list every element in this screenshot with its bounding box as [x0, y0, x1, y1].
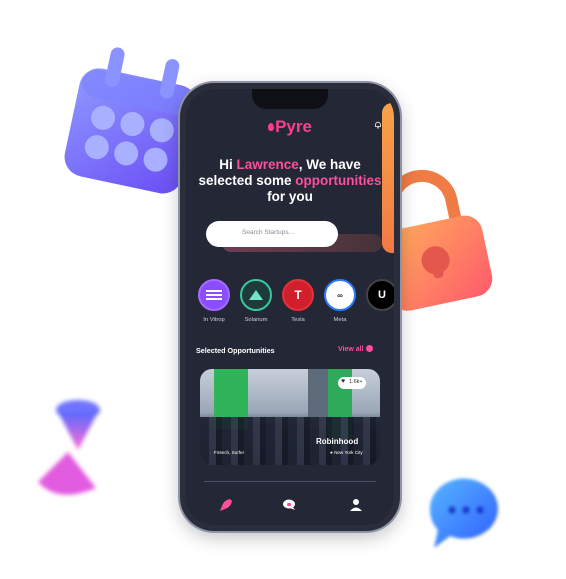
bottom-divider: [204, 481, 376, 482]
user-name: Lawrence: [236, 157, 299, 172]
location-pin-icon: ●: [330, 450, 333, 455]
greeting-headline: Hi Lawrence, We have selected some oppor…: [198, 157, 382, 204]
flame-icon: [268, 123, 275, 131]
phone-notch: [252, 89, 328, 109]
startup-invitrop[interactable]: In Vitrop: [194, 279, 234, 323]
opportunity-card[interactable]: ♥ 1.6k+ Robinhood Fintech, Surfer ● New …: [200, 369, 380, 465]
startup-u[interactable]: U: [362, 279, 394, 311]
arrow-right-icon: [365, 345, 373, 352]
card-tags: Fintech, Surfer: [214, 450, 245, 455]
like-count-badge[interactable]: ♥ 1.6k+: [338, 377, 366, 389]
view-all-link[interactable]: View all: [338, 345, 373, 353]
notification-bell-icon[interactable]: [374, 121, 382, 129]
hourglass-icon: [38, 400, 100, 495]
u-logo-icon: U: [378, 289, 386, 301]
card-location: ● New York City: [330, 450, 363, 455]
invitrop-logo-icon: [206, 290, 222, 300]
app-screen: Pyre Hi Lawrence, We have selected some …: [186, 89, 394, 525]
startup-solarium[interactable]: Solarium: [236, 279, 276, 323]
search-input[interactable]: Search Startups...: [206, 221, 338, 247]
meta-logo-icon: ∞: [337, 290, 343, 300]
startup-tesla[interactable]: T Tesla: [278, 279, 318, 323]
phone-frame: Pyre Hi Lawrence, We have selected some …: [180, 83, 400, 531]
profile-nav-icon[interactable]: [348, 497, 364, 513]
card-company: Robinhood: [316, 437, 359, 446]
rocket-nav-icon[interactable]: [218, 497, 234, 513]
solarium-logo-icon: [249, 290, 263, 300]
tesla-logo-icon: T: [294, 288, 302, 302]
app-logo: Pyre: [186, 117, 394, 137]
chat-bubble-icon: [429, 478, 498, 548]
section-title: Selected Opportunities: [196, 346, 275, 355]
chat-nav-icon[interactable]: [282, 497, 298, 513]
heart-icon: ♥: [341, 378, 346, 385]
startup-meta[interactable]: ∞ Meta: [320, 279, 360, 323]
